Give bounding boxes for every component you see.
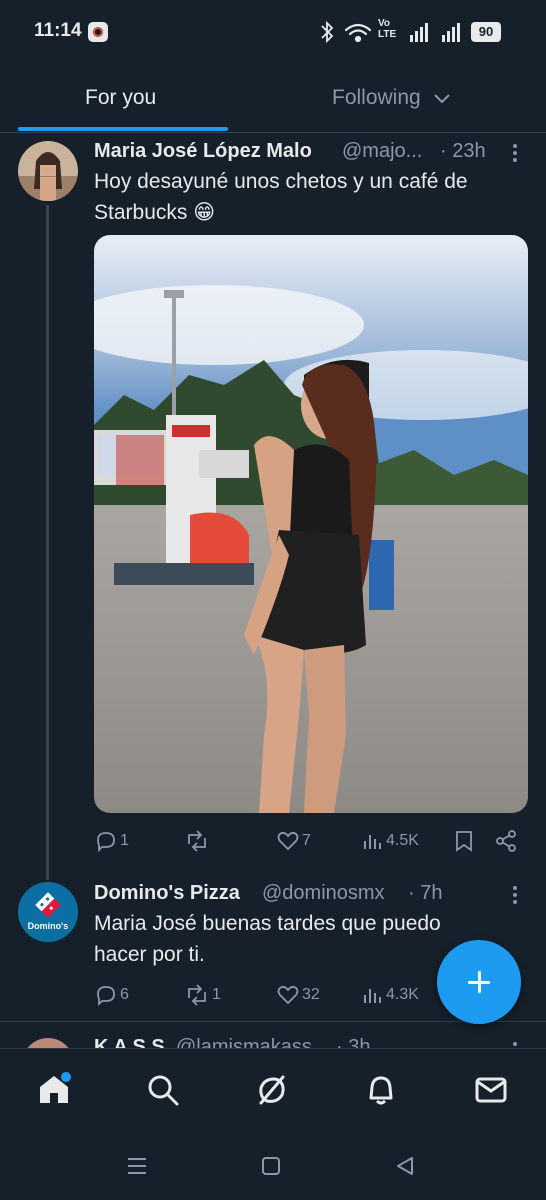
notifications-icon bbox=[369, 1076, 393, 1105]
thread-line bbox=[46, 205, 49, 880]
nav-grok[interactable] bbox=[255, 1073, 289, 1112]
compose-post-button[interactable] bbox=[437, 940, 521, 1024]
tweet-timestamp: · 23h bbox=[440, 140, 486, 162]
nav-notifications[interactable] bbox=[364, 1073, 398, 1112]
dominos-logo-text: Domino's bbox=[27, 921, 69, 931]
tweet-author-handle[interactable]: @lamismakass bbox=[176, 1036, 312, 1048]
system-navigation-bar bbox=[0, 1136, 546, 1200]
bottom-navigation bbox=[0, 1048, 546, 1137]
dominos-avatar[interactable]: Domino's bbox=[18, 882, 78, 942]
tweet-photo[interactable] bbox=[94, 235, 528, 813]
heart-icon bbox=[277, 831, 299, 851]
reply-icon bbox=[97, 832, 115, 853]
views-count: 4.3K bbox=[386, 986, 419, 1003]
nav-home[interactable] bbox=[36, 1071, 72, 1112]
tweet-author-name[interactable]: K A S S bbox=[94, 1036, 165, 1048]
views-button[interactable]: 4.3K bbox=[362, 983, 419, 1007]
grok-icon bbox=[259, 1075, 285, 1105]
volte-label: Vo LTE bbox=[378, 18, 397, 40]
tab-following[interactable]: Following bbox=[332, 86, 451, 110]
views-button[interactable]: 4.5K bbox=[362, 829, 419, 853]
tweet-author-name[interactable]: Domino's Pizza bbox=[94, 882, 240, 905]
signal-1-icon bbox=[410, 23, 428, 42]
more-options-icon[interactable] bbox=[512, 144, 518, 165]
views-icon bbox=[364, 835, 381, 849]
tab-following-label: Following bbox=[332, 86, 421, 109]
tweet-partial[interactable]: K A S S @lamismakass · 3h bbox=[0, 1030, 546, 1048]
tab-for-you[interactable]: For you bbox=[85, 86, 156, 110]
like-count: 32 bbox=[302, 986, 320, 1003]
dominos-logo-icon bbox=[35, 892, 61, 918]
home-system-icon[interactable] bbox=[260, 1155, 282, 1177]
tweet-author-handle[interactable]: @majo... bbox=[342, 140, 422, 163]
like-button[interactable]: 32 bbox=[276, 983, 320, 1007]
back-icon[interactable] bbox=[394, 1155, 416, 1177]
reply-button[interactable]: 1 bbox=[94, 829, 129, 853]
status-bar: 11:14 Vo LTE 90 bbox=[0, 0, 546, 64]
views-icon bbox=[364, 989, 381, 1003]
screen-record-icon bbox=[88, 22, 108, 42]
messages-icon bbox=[475, 1077, 507, 1103]
tab-active-indicator bbox=[18, 127, 228, 131]
recent-apps-icon[interactable] bbox=[126, 1156, 148, 1176]
reply-icon bbox=[97, 986, 115, 1007]
tweet-text: Maria José buenas tardes que puedo hacer… bbox=[94, 912, 441, 966]
search-icon bbox=[148, 1075, 179, 1106]
chevron-down-icon bbox=[433, 94, 450, 104]
heart-icon bbox=[277, 985, 299, 1005]
tab-for-you-label: For you bbox=[85, 86, 157, 109]
bookmark-icon[interactable] bbox=[453, 829, 475, 853]
bluetooth-icon bbox=[321, 20, 334, 44]
retweet-button[interactable]: 1 bbox=[184, 983, 221, 1007]
retweet-icon bbox=[188, 984, 206, 1006]
views-count: 4.5K bbox=[386, 832, 419, 849]
retweet-count: 1 bbox=[212, 986, 221, 1003]
reply-count: 1 bbox=[120, 832, 129, 849]
tabs-divider bbox=[0, 132, 546, 133]
avatar[interactable] bbox=[18, 141, 78, 201]
like-button[interactable]: 7 bbox=[276, 829, 311, 853]
tweet-timestamp: · 3h bbox=[336, 1036, 371, 1048]
share-icon[interactable] bbox=[494, 829, 518, 853]
more-options-icon[interactable] bbox=[512, 886, 518, 907]
nav-search[interactable] bbox=[146, 1073, 180, 1112]
tweet-author-name[interactable]: Maria José López Malo bbox=[94, 140, 312, 163]
wifi-icon bbox=[344, 23, 372, 43]
battery-indicator: 90 bbox=[471, 22, 501, 42]
status-time: 11:14 bbox=[34, 20, 82, 41]
tweet-author-handle[interactable]: @dominosmx bbox=[262, 882, 385, 905]
nav-messages[interactable] bbox=[474, 1075, 508, 1110]
tweet-timestamp: · 7h bbox=[408, 882, 443, 904]
home-icon bbox=[40, 1072, 71, 1103]
reply-count: 6 bbox=[120, 986, 129, 1003]
signal-2-icon bbox=[442, 23, 460, 42]
retweet-button[interactable] bbox=[184, 829, 212, 853]
like-count: 7 bbox=[302, 832, 311, 849]
reply-button[interactable]: 6 bbox=[94, 983, 129, 1007]
retweet-icon bbox=[188, 830, 206, 852]
avatar[interactable] bbox=[22, 1038, 74, 1048]
tweet-text: Hoy desayuné unos chetos y un café de St… bbox=[94, 170, 468, 224]
